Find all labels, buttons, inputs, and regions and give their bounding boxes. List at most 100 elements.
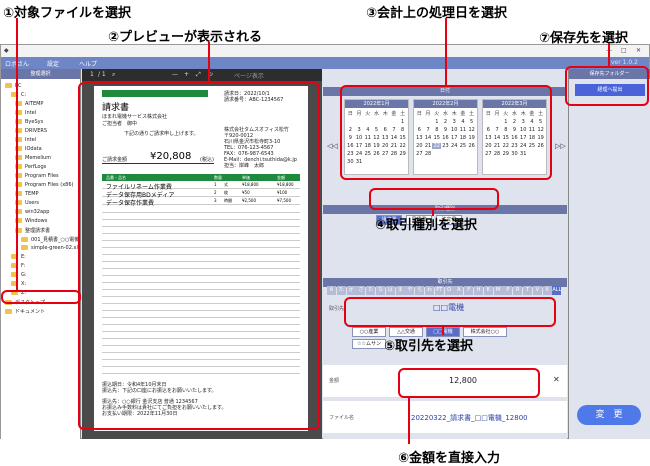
vendor-label: 取引先 <box>329 306 345 312</box>
kana-filter-button[interactable]: R <box>513 286 523 295</box>
next-month-button[interactable]: ▷▷ <box>555 142 566 150</box>
tree-item-label: IOdata <box>25 146 42 152</box>
tree-item-label: G: <box>21 272 27 278</box>
kana-filter-button[interactable]: K <box>483 286 493 295</box>
tree-item[interactable]: Windows <box>15 218 47 224</box>
vendor-button-1[interactable]: ○○産業 <box>352 327 386 337</box>
tree-item-label: win32app <box>25 209 50 215</box>
tree-item-label: 整理請求書 <box>25 228 51 234</box>
kana-filter-button[interactable]: F <box>464 286 474 295</box>
tree-item[interactable]: 001_見積書_○○電機 <box>21 236 79 243</box>
kana-filter-button[interactable]: ま <box>395 286 405 295</box>
tree-item-label: 001_見積書_○○電機 <box>31 237 80 243</box>
tree-item[interactable]: PerfLogs <box>15 164 46 170</box>
kana-filter-button[interactable]: た <box>366 286 376 295</box>
kana-filter-button[interactable]: ALL <box>552 286 562 295</box>
highlight-date <box>340 85 552 180</box>
annotation-6: ⑥金額を直接入力 <box>398 451 501 466</box>
kana-filter-button[interactable]: A <box>454 286 464 295</box>
annotation-4: ④取引種別を選択 <box>375 218 478 233</box>
tree-item[interactable]: 整理請求書 <box>15 227 50 234</box>
zoom-in-button[interactable]: + <box>184 71 189 78</box>
kana-filter-button[interactable]: は <box>385 286 395 295</box>
tree-item[interactable]: PC <box>5 83 22 89</box>
kana-filter-button[interactable]: M <box>493 286 503 295</box>
maximize-button[interactable]: □ <box>621 47 627 54</box>
page-view-toggle[interactable]: ページ表示 <box>234 71 264 80</box>
tree-item[interactable]: ByeSys <box>15 119 43 125</box>
filename-label: ファイル名 <box>329 415 355 421</box>
kana-filter-button[interactable]: T <box>523 286 532 295</box>
tree-item[interactable]: Program Files (x86) <box>15 182 73 188</box>
highlight-amount <box>398 368 540 398</box>
tree-item[interactable]: Intel <box>15 110 36 116</box>
zoom-out-button[interactable]: — <box>172 71 178 78</box>
tree-item[interactable]: IOdata <box>15 146 42 152</box>
prev-month-button[interactable]: ◁◁ <box>327 142 338 150</box>
connector-2 <box>208 42 210 82</box>
tree-item-label: Program Files <box>25 173 59 179</box>
highlight-save <box>565 66 649 106</box>
tree-item-label: Intel <box>25 110 37 116</box>
kana-filter-button[interactable]: PT <box>434 286 444 295</box>
kana-filter-button[interactable]: A <box>327 286 336 295</box>
tree-item[interactable]: DRIVERS <box>15 128 47 134</box>
tree-item[interactable]: Users <box>15 200 39 206</box>
tree-item[interactable]: simple-green-02.xls <box>21 245 80 251</box>
annotation-2: ②プレビューが表示される <box>108 30 263 45</box>
annotation-5: ⑤取引先を選択 <box>384 339 474 354</box>
amount-label: 金額 <box>329 378 340 384</box>
file-tree-pane: 整理選択 PC C: AITEMP Intel ByeSys DRIVERS Intel IO… <box>1 69 81 439</box>
folder-icon <box>21 245 28 250</box>
highlight-preview <box>78 82 320 430</box>
kana-filter-button[interactable]: V <box>532 286 542 295</box>
menu-help[interactable]: ヘルプ <box>79 59 97 68</box>
kana-filter-button[interactable]: ら <box>415 286 425 295</box>
page-number[interactable]: 1 <box>90 71 94 78</box>
tree-item[interactable]: C: <box>11 92 26 98</box>
tree-item[interactable]: AITEMP <box>15 101 43 107</box>
kana-filter-button[interactable]: な <box>376 286 385 295</box>
kana-filter-button[interactable]: H <box>474 286 483 295</box>
tree-item[interactable]: Intel <box>15 137 36 143</box>
kana-filter-button[interactable]: O <box>444 286 454 295</box>
tree-item[interactable]: ドキュメント <box>5 308 45 315</box>
close-button[interactable]: ✕ <box>636 47 641 54</box>
tree-item[interactable]: G: <box>11 272 27 278</box>
kana-filter-button[interactable]: た <box>336 286 346 295</box>
kana-filter-button[interactable]: や <box>405 286 415 295</box>
tree-item-label: X: <box>21 281 27 287</box>
tree-item-label: Windows <box>25 218 48 224</box>
annotation-1: ①対象ファイルを選択 <box>3 6 132 21</box>
annotation-3: ③会計上の処理日を選択 <box>366 6 508 21</box>
tree-item[interactable]: Program Files <box>15 173 59 179</box>
tree-item[interactable]: E: <box>11 254 26 260</box>
connector-3 <box>445 18 447 85</box>
kana-filter-button[interactable]: わ <box>425 286 434 295</box>
kana-filter-button[interactable]: か <box>346 286 356 295</box>
kana-filter-button[interactable]: X <box>542 286 552 295</box>
kana-filter-button[interactable]: さ <box>356 286 366 295</box>
version-label: ver 1.0.2 <box>611 59 638 66</box>
tree-item-label: C: <box>21 92 27 98</box>
menu-settings[interactable]: 設定 <box>47 59 59 68</box>
kana-filter-button[interactable]: P <box>503 286 513 295</box>
title-bar: ◆ — □ ✕ <box>1 45 649 57</box>
tree-item-label: E: <box>21 254 26 260</box>
tree-item[interactable]: F: <box>11 263 25 269</box>
tree-item[interactable]: win32app <box>15 209 49 215</box>
vendor-button-5[interactable]: ☆☆ムサン <box>352 339 386 349</box>
change-button[interactable]: 変 更 <box>577 405 641 425</box>
tree-item[interactable]: X: <box>11 281 26 287</box>
tree-item[interactable]: TEMP <box>15 191 39 197</box>
connector-1 <box>16 18 18 290</box>
tree-item[interactable]: Memelium <box>15 155 51 161</box>
tree-item-label: F: <box>21 263 26 269</box>
file-tree-header: 整理選択 <box>1 69 80 79</box>
search-icon[interactable]: ⌕ <box>112 71 115 79</box>
page-total: / 1 <box>98 71 106 78</box>
highlight-file <box>1 290 81 304</box>
tree-item-label: PerfLogs <box>25 164 47 170</box>
clear-amount-button[interactable]: ✕ <box>553 375 560 384</box>
fit-icon[interactable]: ⤢ <box>196 71 201 79</box>
